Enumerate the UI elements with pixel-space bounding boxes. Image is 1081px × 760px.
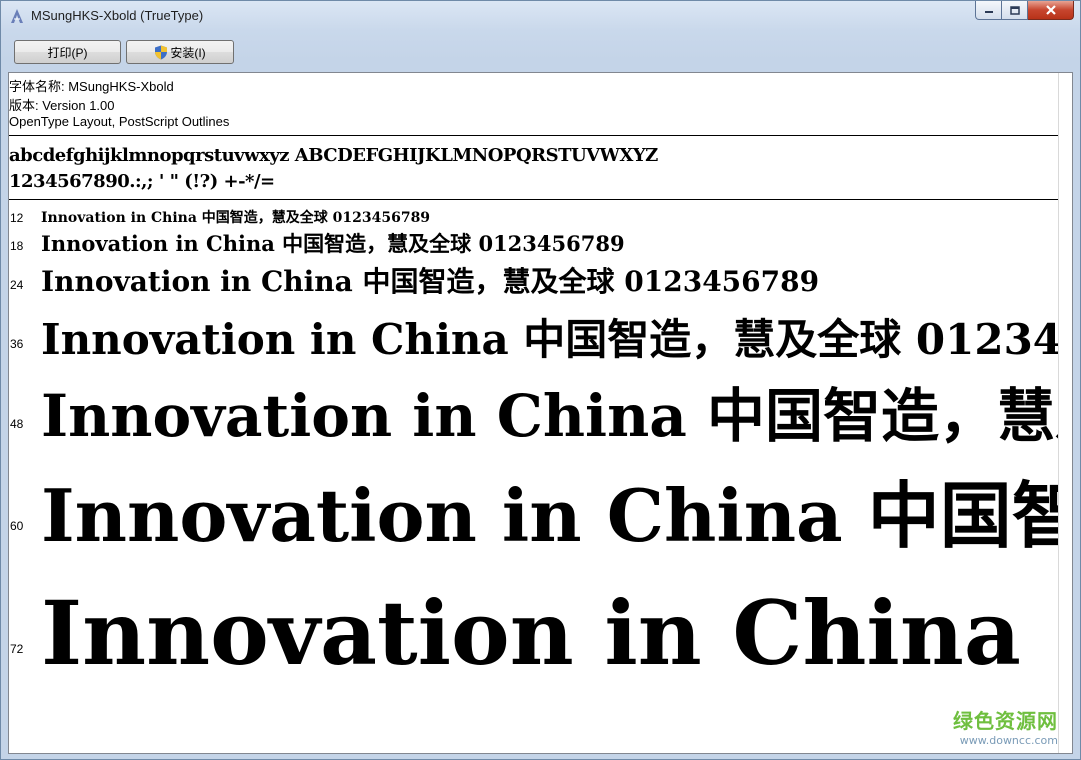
install-button[interactable]: 安装(I) [126, 40, 234, 64]
print-button[interactable]: 打印(P) [14, 40, 121, 64]
sample-row-60: 60 Innovation in China 中国智造，慧及全球 0123456… [9, 457, 1059, 558]
sample-size-label: 60 [10, 519, 24, 533]
font-format-line: OpenType Layout, PostScript Outlines [9, 114, 230, 129]
font-viewer-icon [11, 9, 23, 23]
title-bar[interactable]: MSungHKS-Xbold (TrueType) [1, 1, 1080, 31]
charset-letters: abcdefghijklmnopqrstuvwxyz ABCDEFGHIJKLM… [9, 145, 658, 166]
scroll-gutter [1058, 73, 1072, 753]
sample-row-72: 72 Innovation in China 中国智造，慧及全球 0123456… [9, 563, 1059, 685]
sample-row-18: 18 Innovation in China 中国智造，慧及全球 0123456… [9, 228, 1059, 256]
separator-1 [9, 135, 1059, 136]
print-button-label: 打印(P) [47, 45, 88, 60]
toolbar: 打印(P) 安装(I) [8, 33, 1073, 71]
maximize-button[interactable] [1002, 1, 1028, 20]
sample-row-24: 24 Innovation in China 中国智造，慧及全球 0123456… [9, 260, 1059, 298]
sample-row-12: 12 Innovation in China 中国智造，慧及全球 0123456… [9, 207, 1059, 226]
install-button-label: 安装(I) [170, 45, 206, 60]
sample-size-label: 72 [10, 642, 24, 656]
preview-clip: 字体名称: MSungHKS-Xbold 版本: Version 1.00 Op… [9, 73, 1059, 753]
sample-text: Innovation in China 中国智造，慧及全球 0123456789 [41, 581, 1059, 685]
charset-digits-symbols: 1234567890.:,; ' " (!?) +-*/= [9, 171, 275, 192]
sample-text: Innovation in China 中国智造，慧及全球 0123456789 [41, 382, 1059, 450]
minimize-icon [984, 11, 993, 13]
caption-buttons [975, 1, 1074, 21]
font-viewer-window: MSungHKS-Xbold (TrueType) 打印(P) 安装(I) 字体… [0, 0, 1081, 760]
font-preview-area: 字体名称: MSungHKS-Xbold 版本: Version 1.00 Op… [8, 72, 1073, 754]
sample-text: Innovation in China 中国智造，慧及全球 0123456789 [41, 231, 625, 256]
sample-row-36: 36 Innovation in China 中国智造，慧及全球 0123456… [9, 306, 1059, 364]
sample-text: Innovation in China 中国智造，慧及全球 0123456789 [41, 315, 1059, 364]
sample-row-48: 48 Innovation in China 中国智造，慧及全球 0123456… [9, 369, 1059, 450]
sample-size-label: 12 [10, 211, 24, 225]
watermark-site-name: 绿色资源网 [953, 709, 1058, 733]
watermark-url: www.downcc.com [959, 734, 1058, 747]
font-name-line: 字体名称: MSungHKS-Xbold [9, 79, 174, 94]
watermark: 绿色资源网 www.downcc.com [953, 705, 1058, 747]
sample-size-label: 24 [10, 278, 24, 292]
minimize-button[interactable] [975, 1, 1002, 20]
separator-2 [9, 199, 1059, 200]
sample-text: Innovation in China 中国智造，慧及全球 0123456789 [41, 473, 1059, 558]
sample-size-label: 48 [10, 417, 24, 431]
window-title: MSungHKS-Xbold (TrueType) [31, 8, 204, 23]
maximize-icon [1009, 5, 1020, 15]
close-button[interactable] [1028, 1, 1074, 20]
sample-size-label: 36 [10, 337, 24, 351]
font-version-line: 版本: Version 1.00 [9, 98, 115, 113]
uac-shield-icon [155, 45, 168, 59]
close-icon [1045, 5, 1056, 15]
sample-size-label: 18 [10, 239, 24, 253]
sample-text: Innovation in China 中国智造，慧及全球 0123456789 [41, 265, 820, 298]
sample-text: Innovation in China 中国智造，慧及全球 0123456789 [41, 210, 431, 226]
